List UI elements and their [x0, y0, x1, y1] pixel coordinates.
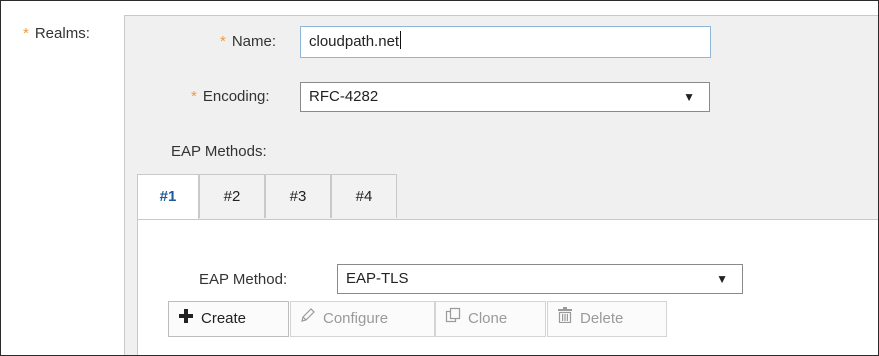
realms-label: * Realms: — [23, 25, 90, 42]
pencil-icon — [299, 302, 317, 336]
encoding-label-text: Encoding: — [202, 88, 270, 105]
caret-down-icon: ▼ — [683, 90, 695, 104]
clone-button-label: Clone — [468, 310, 508, 327]
realms-label-text: Realms: — [34, 25, 90, 42]
configure-button-label: Configure — [323, 310, 389, 327]
clone-button[interactable]: Clone — [435, 301, 546, 337]
trash-icon — [556, 302, 574, 336]
tab-eap-1[interactable]: #1 — [137, 174, 199, 220]
encoding-label: * Encoding: — [191, 88, 270, 105]
encoding-select[interactable]: RFC-4282 ▼ — [300, 82, 710, 112]
delete-button[interactable]: Delete — [547, 301, 667, 337]
required-marker: * — [23, 25, 29, 42]
tab-eap-3[interactable]: #3 — [265, 174, 331, 218]
eap-method-tab-panel: EAP Method: EAP-TLS ▼ Create Configure C… — [137, 219, 878, 355]
clone-icon — [444, 302, 462, 336]
required-marker: * — [191, 88, 197, 105]
caret-down-icon: ▼ — [716, 272, 728, 286]
tab-eap-2[interactable]: #2 — [199, 174, 265, 218]
eap-method-label: EAP Method: — [199, 271, 288, 288]
eap-method-selected-value: EAP-TLS — [346, 270, 409, 287]
required-marker: * — [220, 33, 226, 50]
configure-button[interactable]: Configure — [290, 301, 435, 337]
realm-settings-page: * Realms: * Name: cloudpath.net * Encoding:… — [0, 0, 879, 356]
eap-method-select[interactable]: EAP-TLS ▼ — [337, 264, 743, 294]
plus-icon — [177, 302, 195, 336]
eap-methods-label: EAP Methods: — [171, 143, 267, 160]
name-input[interactable]: cloudpath.net — [300, 26, 711, 58]
text-cursor — [400, 31, 402, 49]
create-button-label: Create — [201, 310, 247, 327]
create-button[interactable]: Create — [168, 301, 289, 337]
name-label-text: Name: — [231, 33, 277, 50]
name-input-value: cloudpath.net — [309, 33, 400, 50]
name-label: * Name: — [220, 33, 276, 50]
delete-button-label: Delete — [580, 310, 624, 327]
realms-panel: * Name: cloudpath.net * Encoding: RFC-4282… — [124, 15, 878, 355]
tab-eap-4[interactable]: #4 — [331, 174, 397, 218]
encoding-selected-value: RFC-4282 — [309, 88, 379, 105]
